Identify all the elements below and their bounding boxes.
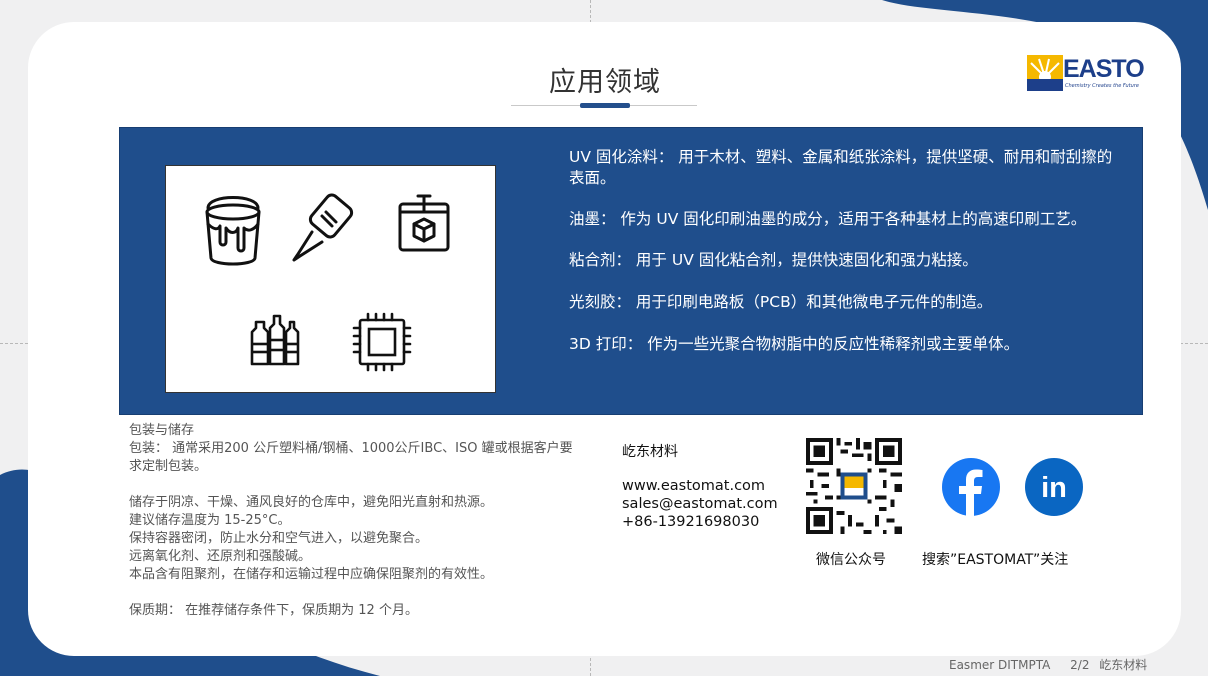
footer-company: 屹东材料 xyxy=(1099,658,1148,672)
page-footer: Easmer DITMPTA 2/2 屹东材料 xyxy=(949,656,1147,673)
title-accent-bar xyxy=(580,103,630,108)
contact-info: www.eastomat.com sales@eastomat.com +86-… xyxy=(622,477,778,531)
logo-slogan: Chemistry Creates the Future xyxy=(1065,83,1139,89)
application-inks: 油墨： 作为 UV 固化印刷油墨的成分，适用于各种基材上的高速印刷工艺。 xyxy=(569,210,1087,228)
email-link[interactable]: sales@eastomat.com xyxy=(622,495,778,513)
storage-heading: 包装与储存 xyxy=(129,423,195,438)
ink-bottles-icon xyxy=(250,314,300,366)
linkedin-icon[interactable]: in xyxy=(1024,457,1084,517)
qr-label: 微信公众号 xyxy=(816,552,886,568)
application-icons-panel xyxy=(165,165,496,393)
applications-list: UV 固化涂料： 用于木材、塑料、金属和纸张涂料，提供坚硬、耐用和耐刮擦的表面。… xyxy=(569,147,1114,375)
application-photoresist: 光刻胶： 用于印刷电路板（PCB）和其他微电子元件的制造。 xyxy=(569,293,993,311)
svg-text:in: in xyxy=(1041,472,1067,504)
wechat-qr-code xyxy=(806,438,902,534)
logo-sun-icon xyxy=(1027,55,1063,91)
company-name: 屹东材料 xyxy=(622,444,678,460)
shelf-life: 保质期： 在推荐储存条件下，保质期为 12 个月。 xyxy=(129,603,418,618)
application-3d-printing: 3D 打印： 作为一些光聚合物树脂中的反应性稀释剂或主要单体。 xyxy=(569,335,1020,353)
storage-line: 保持容器密闭，防止水分和空气进入，以避免聚合。 xyxy=(129,531,429,546)
website-link[interactable]: www.eastomat.com xyxy=(622,477,778,495)
storage-line: 远离氧化剂、还原剂和强酸碱。 xyxy=(129,549,312,564)
storage-line: 本品含有阻聚剂，在储存和运输过程中应确保阻聚剂的有效性。 xyxy=(129,567,494,582)
application-adhesives: 粘合剂： 用于 UV 固化粘合剂，提供快速固化和强力粘接。 xyxy=(569,251,978,269)
storage-section: 包装与储存 包装： 通常采用200 公斤塑料桶/钢桶、1000公斤IBC、ISO… xyxy=(129,422,579,620)
paint-bucket-icon xyxy=(205,196,261,266)
logo-brand: EASTO xyxy=(1063,55,1145,83)
phone-number: +86-13921698030 xyxy=(622,514,760,530)
page-title: 应用领域 xyxy=(549,67,661,98)
chip-icon xyxy=(352,312,412,372)
storage-packaging: 包装： 通常采用200 公斤塑料桶/钢桶、1000公斤IBC、ISO 罐或根据客… xyxy=(129,441,573,474)
footer-page-number: 2/2 xyxy=(1070,658,1090,672)
search-instruction: 搜索”EASTOMAT”关注 xyxy=(922,552,1069,568)
footer-product: Easmer DITMPTA xyxy=(949,658,1051,672)
storage-line: 储存于阴凉、干燥、通风良好的仓库中，避免阳光直射和热源。 xyxy=(129,495,494,510)
glue-bottle-icon xyxy=(292,193,354,262)
storage-line: 建议储存温度为 15-25°C。 xyxy=(129,513,291,528)
facebook-icon[interactable] xyxy=(941,457,1001,517)
company-logo: EASTO Chemistry Creates the Future xyxy=(1027,55,1145,95)
application-uv-coatings: UV 固化涂料： 用于木材、塑料、金属和纸张涂料，提供坚硬、耐用和耐刮擦的表面。 xyxy=(569,148,1113,187)
3d-printer-icon xyxy=(398,194,450,252)
